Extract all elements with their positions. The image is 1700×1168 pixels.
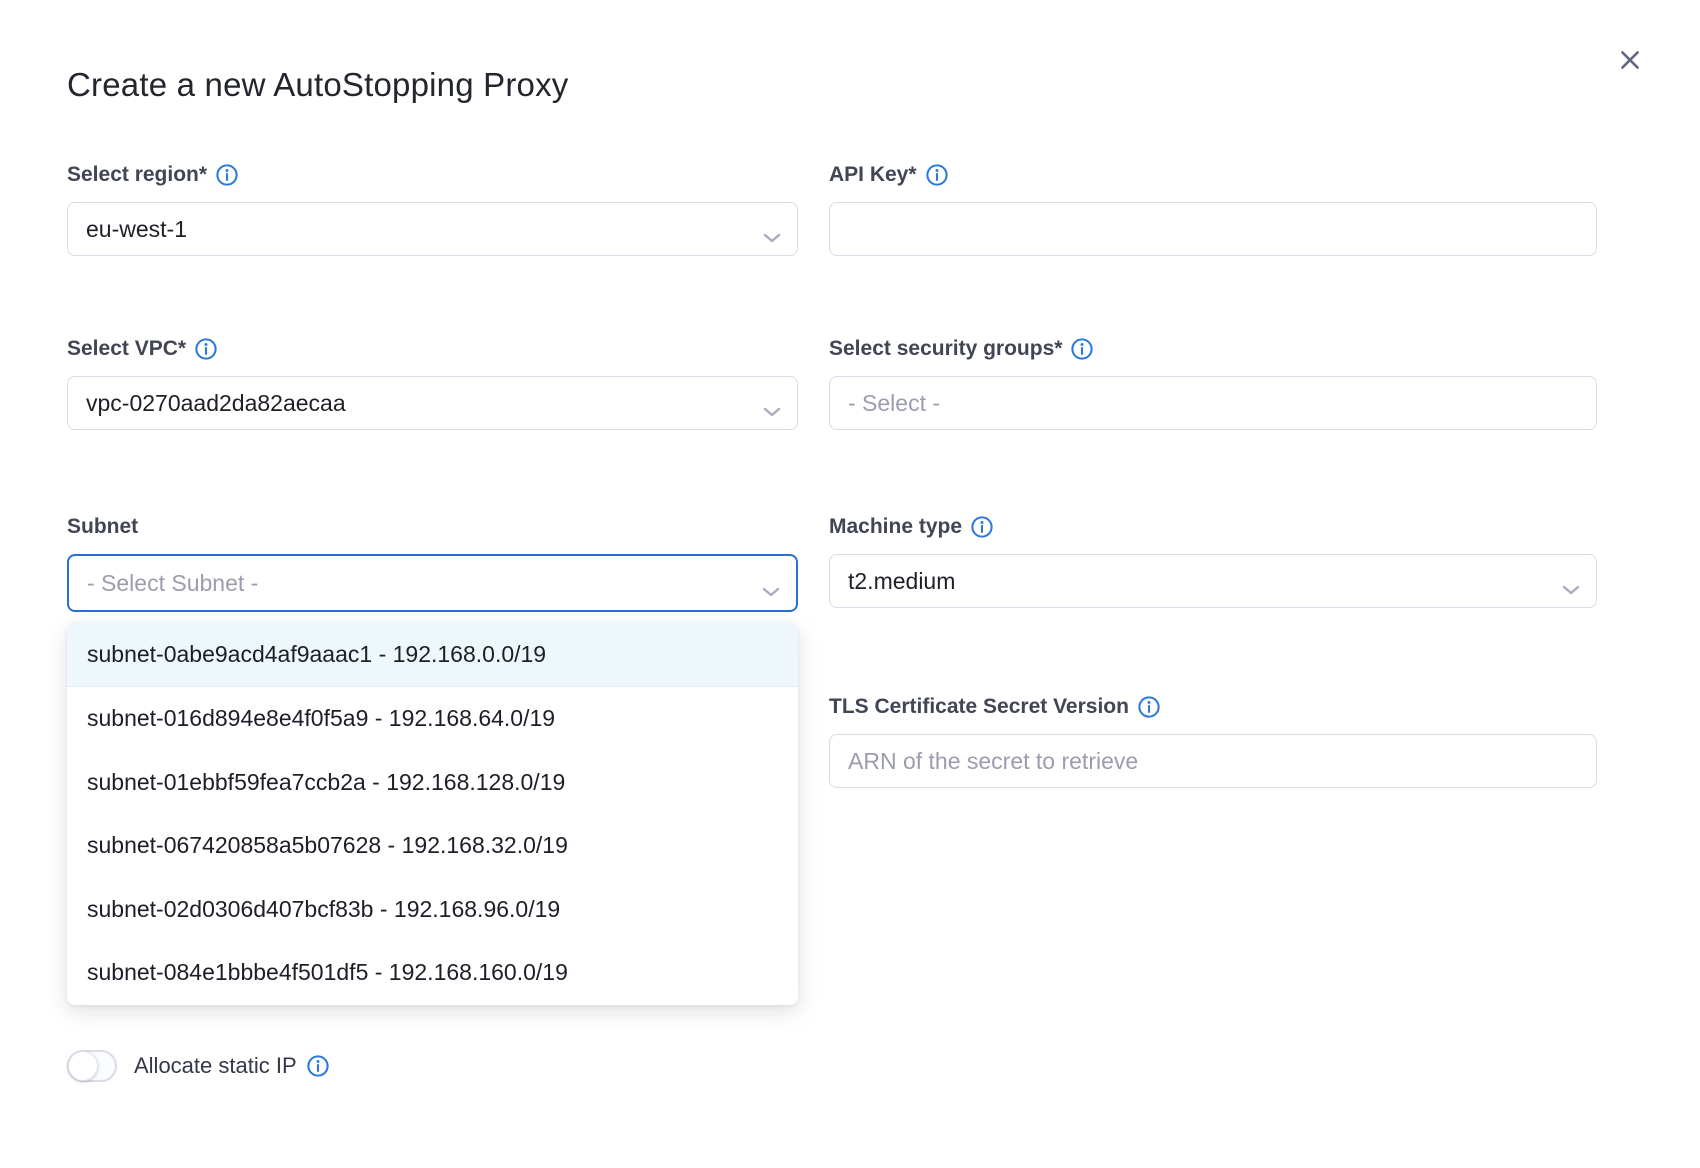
static-ip-row: Allocate static IP (67, 1050, 329, 1082)
field-subnet: Subnet - Select Subnet - (67, 515, 798, 612)
api-key-label: API Key* (829, 163, 917, 187)
tls-secret-field[interactable] (848, 735, 1578, 787)
allocate-static-ip-label: Allocate static IP (134, 1053, 297, 1079)
region-select[interactable]: eu-west-1 (67, 202, 798, 256)
api-key-field[interactable] (848, 203, 1578, 255)
vpc-label: Select VPC* (67, 337, 186, 361)
subnet-select[interactable]: - Select Subnet - (67, 554, 798, 612)
region-label-row: Select region* (67, 163, 798, 187)
dialog-title: Create a new AutoStopping Proxy (67, 66, 569, 104)
region-label: Select region* (67, 163, 207, 187)
subnet-option[interactable]: subnet-02d0306d407bcf83b - 192.168.96.0/… (67, 878, 798, 942)
info-icon[interactable] (1071, 338, 1093, 360)
subnet-option[interactable]: subnet-016d894e8e4f0f5a9 - 192.168.64.0/… (67, 687, 798, 751)
vpc-select[interactable]: vpc-0270aad2da82aecaa (67, 376, 798, 430)
tls-label-row: TLS Certificate Secret Version (829, 695, 1597, 719)
subnet-label: Subnet (67, 515, 138, 539)
field-security-groups: Select security groups* - Select - (829, 337, 1597, 430)
info-icon[interactable] (195, 338, 217, 360)
api-key-label-row: API Key* (829, 163, 1597, 187)
form-column-right: API Key* Select security groups* - Selec… (829, 163, 1597, 1168)
security-groups-label: Select security groups* (829, 337, 1062, 361)
security-groups-label-row: Select security groups* (829, 337, 1597, 361)
toggle-knob (68, 1051, 98, 1081)
close-button[interactable] (1614, 44, 1646, 76)
proxy-form: Select region* eu-west-1 Select VPC* (67, 163, 1597, 1168)
region-select-value: eu-west-1 (86, 216, 187, 243)
subnet-select-placeholder: - Select Subnet - (87, 570, 258, 597)
field-api-key: API Key* (829, 163, 1597, 256)
subnet-option[interactable]: subnet-0abe9acd4af9aaac1 - 192.168.0.0/1… (67, 622, 798, 687)
form-column-left: Select region* eu-west-1 Select VPC* (67, 163, 798, 1168)
field-machine-type: Machine type t2.medium (829, 515, 1597, 608)
static-ip-label-row: Allocate static IP (134, 1053, 329, 1079)
chevron-down-icon (1562, 575, 1580, 587)
vpc-select-value: vpc-0270aad2da82aecaa (86, 390, 346, 417)
info-icon[interactable] (307, 1055, 329, 1077)
tls-label: TLS Certificate Secret Version (829, 695, 1129, 719)
tls-field-wrap (829, 734, 1597, 788)
machine-type-label-row: Machine type (829, 515, 1597, 539)
subnet-option[interactable]: subnet-067420858a5b07628 - 192.168.32.0/… (67, 814, 798, 878)
info-icon[interactable] (926, 164, 948, 186)
allocate-static-ip-toggle[interactable] (67, 1050, 117, 1082)
chevron-down-icon (762, 577, 780, 589)
subnet-option[interactable]: subnet-084e1bbbe4f501df5 - 192.168.160.0… (67, 941, 798, 1005)
info-icon[interactable] (971, 516, 993, 538)
field-region: Select region* eu-west-1 (67, 163, 798, 256)
info-icon[interactable] (216, 164, 238, 186)
subnet-option[interactable]: subnet-01ebbf59fea7ccb2a - 192.168.128.0… (67, 751, 798, 815)
machine-type-select[interactable]: t2.medium (829, 554, 1597, 608)
security-groups-placeholder: - Select - (848, 390, 940, 417)
subnet-label-row: Subnet (67, 515, 798, 539)
security-groups-select[interactable]: - Select - (829, 376, 1597, 430)
field-vpc: Select VPC* vpc-0270aad2da82aecaa (67, 337, 798, 430)
subnet-dropdown-list: subnet-0abe9acd4af9aaac1 - 192.168.0.0/1… (67, 622, 798, 1005)
chevron-down-icon (763, 223, 781, 235)
info-icon[interactable] (1138, 696, 1160, 718)
chevron-down-icon (763, 397, 781, 409)
vpc-label-row: Select VPC* (67, 337, 798, 361)
field-tls-secret: TLS Certificate Secret Version (829, 695, 1597, 788)
machine-type-label: Machine type (829, 515, 962, 539)
close-icon (1617, 47, 1643, 73)
api-key-field-wrap (829, 202, 1597, 256)
machine-type-value: t2.medium (848, 568, 955, 595)
